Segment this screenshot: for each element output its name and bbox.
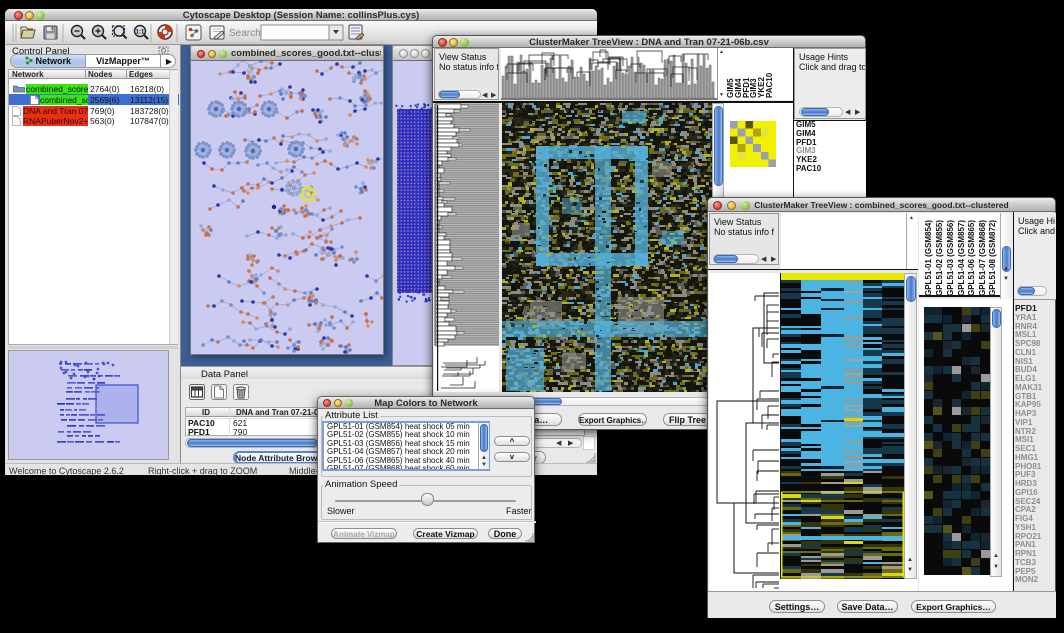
- svg-text:Search:: Search:: [229, 28, 263, 39]
- svg-text:1:1: 1:1: [136, 30, 145, 36]
